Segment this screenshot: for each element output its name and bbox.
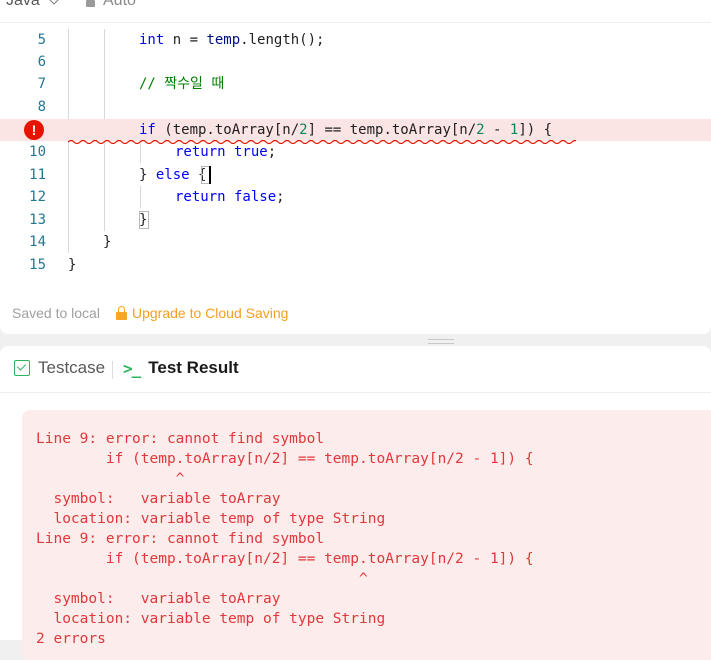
language-label: Java xyxy=(6,0,40,9)
line-number: 6 xyxy=(37,54,46,70)
code-line: 5 int n = temp.length(); xyxy=(0,29,711,51)
code-line: 14 } xyxy=(0,231,711,253)
line-number: 14 xyxy=(29,234,46,250)
compile-error-text: Line 9: error: cannot find symbol if (te… xyxy=(36,431,534,647)
lock-icon xyxy=(116,305,127,320)
code-line: 11 } else { xyxy=(0,164,711,186)
code-text: if (temp.toArray[n/2] == temp.toArray[n/… xyxy=(139,122,553,138)
code-line: 13 } xyxy=(0,209,711,231)
tab-test-result[interactable]: >_ Test Result xyxy=(123,358,239,378)
code-line: 12 return false; xyxy=(0,186,711,208)
code-text: } xyxy=(68,257,77,273)
save-status: Saved to local xyxy=(12,305,100,321)
line-number: 7 xyxy=(37,76,46,92)
code-line: 15 } xyxy=(0,254,711,276)
code-text: } else { xyxy=(139,167,207,183)
editor-header: Java Auto xyxy=(0,0,711,23)
lock-icon xyxy=(86,0,95,7)
code-text: } xyxy=(103,234,112,250)
code-text: return false; xyxy=(175,189,285,205)
code-line: 10 return true; xyxy=(0,141,711,163)
upgrade-label: Upgrade to Cloud Saving xyxy=(132,305,289,321)
tab-testcase[interactable]: Testcase xyxy=(14,358,105,378)
line-number: 8 xyxy=(37,99,46,115)
line-number: 12 xyxy=(29,189,46,205)
upgrade-cloud-link[interactable]: Upgrade to Cloud Saving xyxy=(116,305,288,321)
code-line: 8 xyxy=(0,96,711,118)
code-line: 7 // 짝수일 때 xyxy=(0,73,711,95)
code-editor-panel: Java Auto 5 int n = temp.length(); 6 7 /… xyxy=(0,0,711,334)
tab-divider xyxy=(112,361,113,379)
tab-testcase-label: Testcase xyxy=(38,358,106,377)
bracket-match-highlight xyxy=(139,211,149,229)
auto-mode-label: Auto xyxy=(103,0,136,9)
tab-test-result-label: Test Result xyxy=(148,358,239,377)
result-tabs: Testcase >_ Test Result xyxy=(0,346,711,393)
text-cursor xyxy=(209,166,211,184)
chevron-down-icon xyxy=(48,0,60,5)
error-icon[interactable]: ! xyxy=(24,120,44,140)
code-comment: // 짝수일 때 xyxy=(139,76,225,92)
line-number: 10 xyxy=(29,144,46,160)
code-text: int n = temp.length(); xyxy=(139,32,325,48)
terminal-icon: >_ xyxy=(123,358,141,378)
language-select[interactable]: Java xyxy=(6,0,60,10)
line-number: 15 xyxy=(29,257,46,273)
result-panel: Testcase >_ Test Result Line 9: error: c… xyxy=(0,346,711,660)
line-number: 5 xyxy=(37,32,46,48)
code-text: return true; xyxy=(175,144,277,160)
line-number: 11 xyxy=(29,167,46,183)
auto-mode-toggle[interactable]: Auto xyxy=(86,0,136,10)
code-line: 6 xyxy=(0,51,711,73)
code-area[interactable]: 5 int n = temp.length(); 6 7 // 짝수일 때 8 … xyxy=(0,29,711,279)
line-number: 13 xyxy=(29,212,46,228)
code-line-error: ! if (temp.toArray[n/2] == temp.toArray[… xyxy=(0,119,711,141)
compile-error-box: Line 9: error: cannot find symbol if (te… xyxy=(22,410,711,660)
panel-resize-handle[interactable] xyxy=(428,339,454,344)
checkbox-icon xyxy=(14,360,30,376)
